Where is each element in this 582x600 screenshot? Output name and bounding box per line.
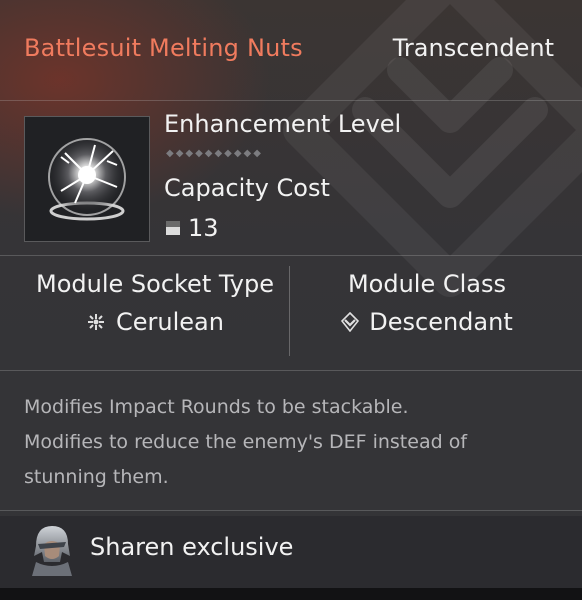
exclusive-text: Sharen exclusive xyxy=(90,533,294,561)
description-line: stunning them. xyxy=(24,466,169,488)
divider xyxy=(0,255,582,256)
sharen-avatar xyxy=(32,526,72,576)
capacity-cost-label: Capacity Cost xyxy=(164,174,330,202)
divider xyxy=(0,370,582,371)
module-tooltip-card: Battlesuit Melting Nuts Transcendent Enh… xyxy=(0,0,582,600)
enhancement-level-label: Enhancement Level xyxy=(164,110,402,138)
capacity-cost-value: 13 xyxy=(188,214,219,242)
enhancement-level-indicator: ◆◆◆◆◆◆◆◆◆◆ xyxy=(166,148,263,159)
module-name: Battlesuit Melting Nuts xyxy=(24,34,303,62)
divider xyxy=(0,100,582,101)
module-rarity: Transcendent xyxy=(392,34,554,62)
module-class-label: Module Class xyxy=(347,270,507,298)
module-class-value: Descendant xyxy=(369,308,513,336)
tooltip-header: Battlesuit Melting Nuts Transcendent xyxy=(0,0,582,100)
module-thumbnail xyxy=(24,116,150,242)
divider xyxy=(0,510,582,511)
module-socket-type: Module Socket Type Cerulean xyxy=(24,270,286,336)
module-description: Modifies Impact Rounds to be stackable. … xyxy=(24,390,554,495)
module-class-value-row: Descendant xyxy=(296,308,558,336)
socket-type-label: Module Socket Type xyxy=(36,270,274,298)
capacity-icon xyxy=(166,221,180,235)
module-class: Module Class Descendant xyxy=(296,270,558,336)
descendant-class-icon xyxy=(341,312,360,332)
description-line: Modifies Impact Rounds to be stackable. xyxy=(24,396,409,418)
socket-type-value: Cerulean xyxy=(116,308,224,336)
cerulean-socket-icon xyxy=(88,314,105,330)
bottom-edge xyxy=(0,588,582,600)
capacity-cost-row: 13 xyxy=(166,214,219,242)
socket-type-value-row: Cerulean xyxy=(24,308,286,336)
column-divider xyxy=(289,266,290,356)
description-line: Modifies to reduce the enemy's DEF inste… xyxy=(24,431,468,453)
module-sphere-icon xyxy=(48,138,126,221)
